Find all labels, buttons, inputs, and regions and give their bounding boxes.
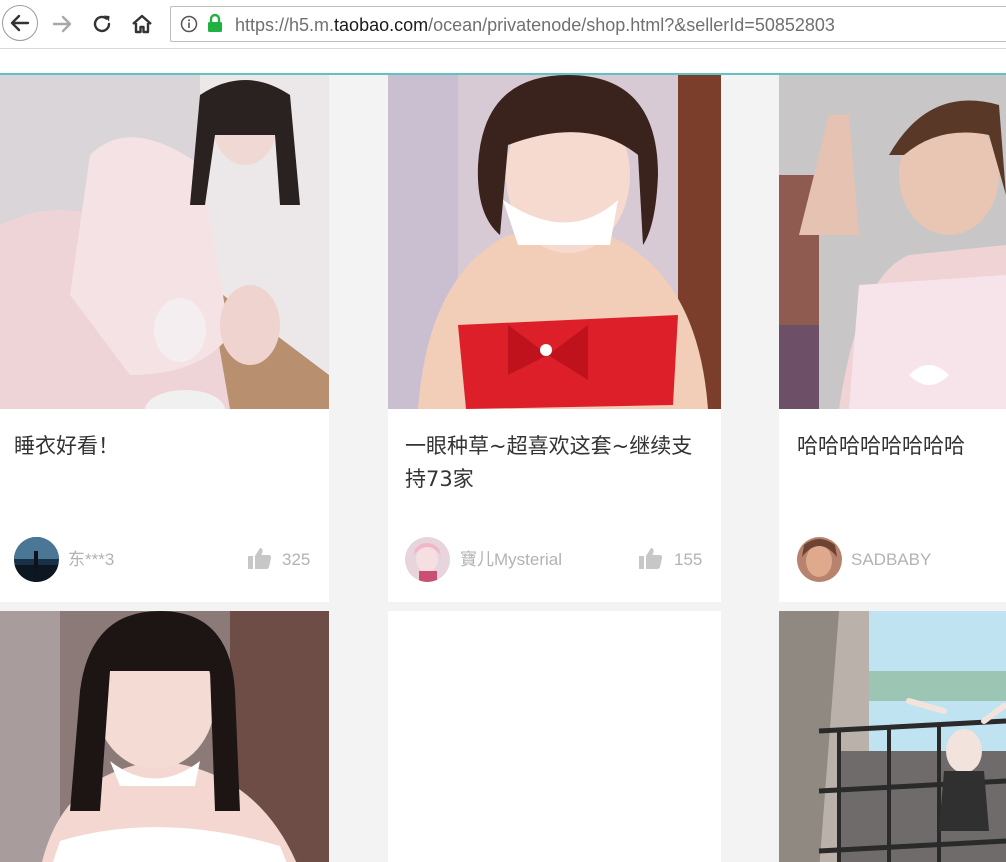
browser-toolbar: https://h5.m.taobao.com/ocean/privatenod…: [0, 0, 1006, 49]
post-card[interactable]: [779, 611, 1006, 862]
arrow-right-icon: [52, 15, 72, 33]
post-title[interactable]: 哈哈哈哈哈哈哈哈: [797, 430, 997, 463]
url-path: /ocean/privatenode/shop.html?&sellerId=5…: [428, 15, 835, 35]
arrow-left-icon: [10, 14, 30, 32]
feed-grid: 睡衣好看！ 东***3 325 一眼种草~超喜欢这套~继续支持73家 寶儿Mys…: [0, 75, 1006, 862]
thumbs-up-icon[interactable]: [248, 547, 272, 569]
url-prefix: https://h5.m.: [235, 15, 335, 35]
user-avatar[interactable]: [797, 537, 842, 582]
reload-icon: [93, 15, 111, 33]
post-card[interactable]: [0, 611, 329, 862]
avatar-image: [14, 537, 59, 582]
post-card[interactable]: 哈哈哈哈哈哈哈哈 SADBABY: [779, 75, 1006, 602]
user-avatar[interactable]: [14, 537, 59, 582]
like-count: 325: [282, 550, 311, 569]
reload-button[interactable]: [84, 6, 120, 42]
post-photo[interactable]: [0, 611, 329, 862]
url-text[interactable]: https://h5.m.taobao.com/ocean/privatenod…: [235, 13, 835, 37]
forward-button[interactable]: [44, 6, 80, 42]
toolbar-gap: [0, 49, 1006, 73]
post-photo[interactable]: [0, 75, 329, 409]
lock-icon: [208, 13, 222, 32]
back-button[interactable]: [2, 5, 38, 41]
username[interactable]: 东***3: [68, 549, 114, 571]
post-title[interactable]: 一眼种草~超喜欢这套~继续支持73家: [405, 430, 705, 496]
address-bar[interactable]: https://h5.m.taobao.com/ocean/privatenod…: [170, 6, 1006, 42]
like-count: 155: [674, 550, 703, 569]
post-photo[interactable]: [779, 611, 1006, 862]
user-avatar[interactable]: [405, 537, 450, 582]
avatar-image: [405, 537, 450, 582]
avatar-image: [797, 537, 842, 582]
home-button[interactable]: [124, 6, 160, 42]
username[interactable]: 寶儿Mysterial: [460, 549, 562, 571]
home-icon: [132, 14, 152, 34]
post-photo[interactable]: [779, 75, 1006, 409]
post-card[interactable]: [388, 611, 721, 862]
post-card[interactable]: 睡衣好看！ 东***3 325: [0, 75, 329, 602]
thumbs-up-icon[interactable]: [639, 547, 663, 569]
post-card[interactable]: 一眼种草~超喜欢这套~继续支持73家 寶儿Mysterial 155: [388, 75, 721, 602]
username[interactable]: SADBABY: [851, 549, 931, 571]
info-icon[interactable]: [180, 15, 198, 33]
post-title[interactable]: 睡衣好看！: [14, 430, 314, 463]
url-domain: taobao.com: [334, 15, 429, 35]
post-photo[interactable]: [388, 75, 721, 409]
